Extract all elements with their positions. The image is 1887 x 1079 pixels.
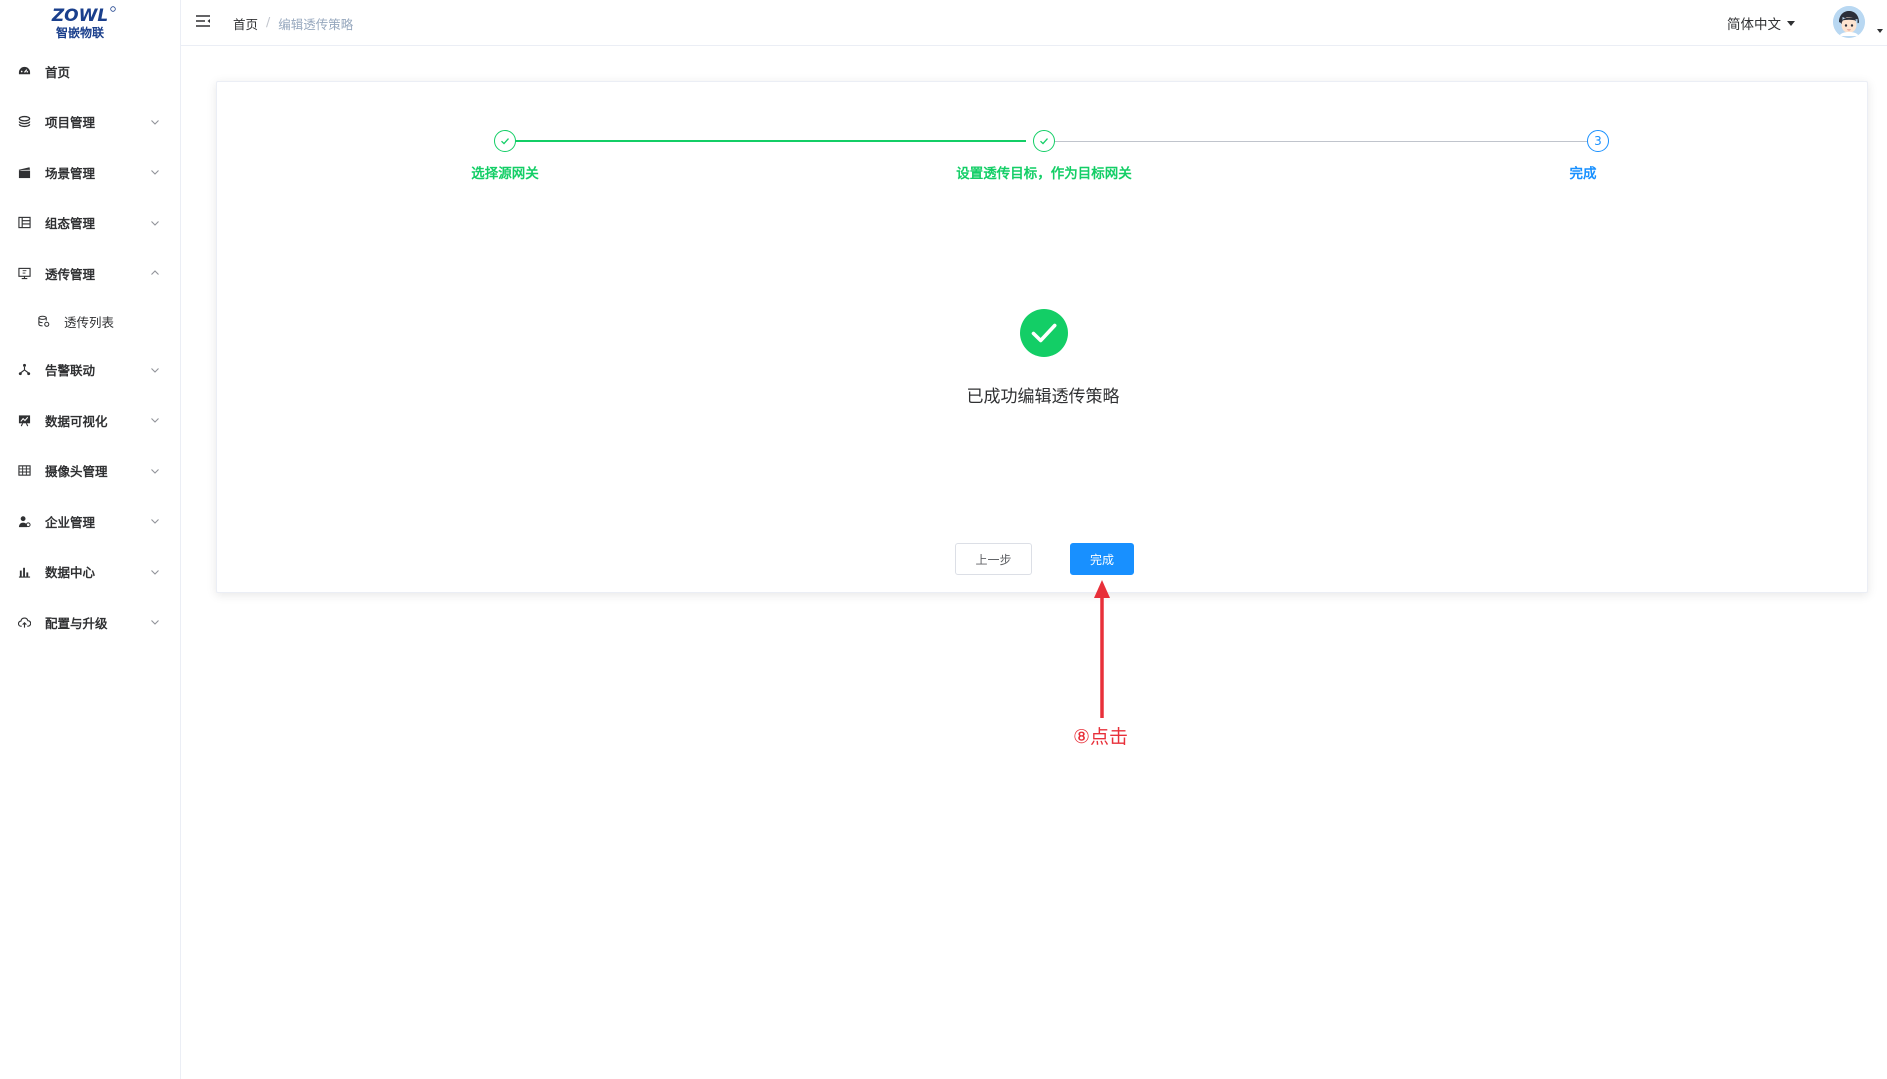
sidebar-item-config-upgrade[interactable]: 配置与升级 [0, 597, 180, 648]
annotation-text: ⑧点击 [1073, 726, 1129, 748]
clapperboard-icon [18, 166, 31, 179]
sidebar-item-label: 数据可视化 [45, 413, 108, 429]
grid-table-icon [18, 464, 31, 477]
edit-strategy-card: 3 选择源网关 设置透传目标，作为目标网关 完成 已成功编辑透传策略 上一步 完… [216, 81, 1868, 593]
sidebar-item-visualization[interactable]: 数据可视化 [0, 395, 180, 446]
top-header: 首页 / 编辑透传策略 简体中文 [181, 0, 1887, 46]
chevron-down-icon [150, 617, 160, 627]
step-1-title: 选择源网关 [471, 166, 539, 182]
sidebar-item-configuration[interactable]: 组态管理 [0, 198, 180, 249]
sidebar-item-datacenter[interactable]: 数据中心 [0, 547, 180, 598]
chevron-down-icon [150, 516, 160, 526]
sidebar-item-camera[interactable]: 摄像头管理 [0, 446, 180, 497]
prev-step-button[interactable]: 上一步 [955, 543, 1032, 575]
sidebar-item-passthrough[interactable]: 透传管理 [0, 248, 180, 299]
caret-down-icon [1787, 20, 1795, 26]
chevron-down-icon [150, 567, 160, 577]
language-label: 简体中文 [1727, 17, 1781, 33]
chevron-down-icon [150, 466, 160, 476]
avatar[interactable] [1833, 6, 1865, 38]
menu-toggle-icon[interactable] [195, 14, 211, 28]
svg-text:ZOWL: ZOWL [51, 6, 108, 26]
sidebar-menu: 首页 项目管理 场景管理 组态管理 透传管理 透传列表 告警联动 数据可视化 摄… [0, 46, 180, 648]
sidebar-item-label: 透传管理 [45, 266, 96, 282]
sidebar-item-label: 组态管理 [45, 216, 96, 232]
breadcrumb-home[interactable]: 首页 [233, 14, 258, 33]
sidebar-item-passthrough-list[interactable]: 透传列表 [0, 299, 180, 345]
step-1-finish-icon [494, 130, 516, 152]
breadcrumb: 首页 / 编辑透传策略 [233, 14, 353, 33]
sidebar-item-scene[interactable]: 场景管理 [0, 147, 180, 198]
sidebar-item-alarm[interactable]: 告警联动 [0, 345, 180, 396]
step-2-title: 设置透传目标，作为目标网关 [956, 166, 1132, 182]
sidebar-item-label: 配置与升级 [45, 615, 108, 631]
breadcrumb-current: 编辑透传策略 [278, 17, 354, 32]
step-3-number: 3 [1587, 130, 1609, 152]
chevron-down-icon [150, 167, 160, 177]
step-3-title: 完成 [1569, 166, 1597, 182]
annotation-arrow-icon [1090, 578, 1114, 718]
monitor-icon [18, 267, 31, 280]
layers-icon [18, 115, 31, 128]
sidebar-item-enterprise[interactable]: 企业管理 [0, 496, 180, 547]
chart-screen-icon [18, 414, 31, 427]
done-button[interactable]: 完成 [1070, 543, 1134, 575]
steps: 3 选择源网关 设置透传目标，作为目标网关 完成 [217, 82, 1869, 202]
svg-text:智嵌物联: 智嵌物联 [55, 25, 104, 40]
sidebar-item-label: 数据中心 [45, 565, 96, 581]
chevron-down-icon [150, 117, 160, 127]
zowl-logo[interactable]: ZOWL 智嵌物联 [42, 4, 118, 40]
sidebar-item-label: 首页 [45, 64, 71, 80]
sidebar-item-label: 企业管理 [45, 514, 96, 530]
avatar-caret-icon [1877, 29, 1883, 33]
result-title: 已成功编辑透传策略 [966, 387, 1120, 407]
tree-table-icon [18, 216, 31, 229]
success-check-icon [1020, 309, 1068, 357]
cloud-upload-icon [18, 616, 31, 629]
step-connector-pending [1055, 140, 1598, 142]
sidebar-item-label: 告警联动 [45, 363, 96, 379]
sidebar-item-project[interactable]: 项目管理 [0, 97, 180, 148]
chevron-down-icon [150, 218, 160, 228]
sidebar-item-label: 场景管理 [45, 165, 96, 181]
step-connector-done [515, 140, 1026, 142]
network-icon [18, 363, 31, 376]
user-settings-icon [18, 515, 31, 528]
sidebar: ZOWL 智嵌物联 首页 项目管理 场景管理 组态管理 透传管理 透传列表 告警… [0, 0, 181, 1079]
chevron-down-icon [150, 365, 160, 375]
sidebar-item-label: 透传列表 [64, 315, 115, 330]
chevron-down-icon [150, 415, 160, 425]
breadcrumb-separator: / [266, 14, 271, 29]
chevron-up-icon [150, 268, 160, 278]
step-2-finish-icon [1033, 130, 1055, 152]
sidebar-item-label: 项目管理 [45, 115, 96, 131]
bar-chart-icon [18, 565, 31, 578]
database-icon [37, 315, 50, 328]
sidebar-item-label: 摄像头管理 [45, 464, 108, 480]
sidebar-item-home[interactable]: 首页 [0, 46, 180, 97]
language-select[interactable]: 简体中文 [1727, 13, 1795, 33]
dashboard-icon [18, 65, 31, 78]
